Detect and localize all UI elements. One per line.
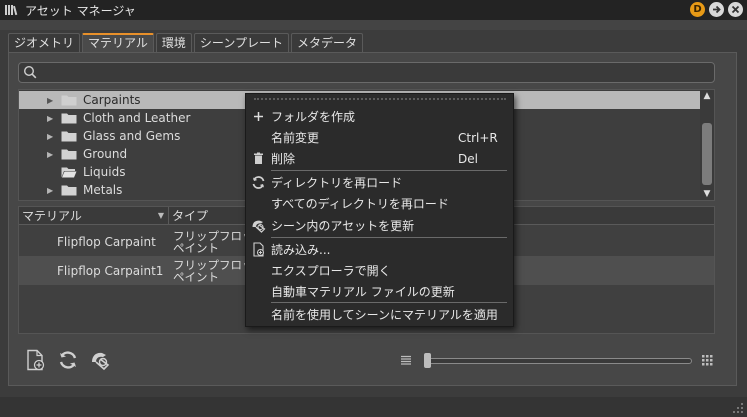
menu-item-reload-all-directories[interactable]: すべてのディレクトリを再ロード: [246, 193, 513, 214]
list-view-icon[interactable]: [400, 355, 412, 366]
tree-item-label: Cloth and Leather: [83, 111, 191, 125]
sort-down-icon[interactable]: ▼: [158, 207, 164, 225]
open-folder-icon: [61, 166, 77, 178]
context-menu: フォルダを作成 名前変更 Ctrl+R 削除 Del ディレクトリを再ロード す…: [245, 93, 514, 327]
tree-item-label: Liquids: [83, 165, 126, 179]
menu-item-reload-directory[interactable]: ディレクトリを再ロード: [246, 172, 513, 193]
folder-icon: [61, 94, 77, 106]
column-header-type[interactable]: タイプ: [169, 207, 208, 224]
import-file-icon[interactable]: [25, 349, 47, 371]
tree-item-label: Ground: [83, 147, 128, 161]
folder-icon: [61, 184, 77, 196]
tree-item-label: Glass and Gems: [83, 129, 181, 143]
menu-item-apply-material-by-name[interactable]: 名前を使用してシーンにマテリアルを適用: [246, 304, 513, 325]
status-bar: [0, 397, 747, 417]
tab-environment[interactable]: 環境: [155, 33, 192, 52]
thumbnail-size-slider[interactable]: [400, 352, 716, 370]
library-icon: [4, 3, 18, 17]
menu-drag-handle[interactable]: [254, 98, 506, 101]
menu-item-label: 名前を使用してシーンにマテリアルを適用: [271, 308, 498, 322]
slider-track[interactable]: [426, 358, 692, 364]
refresh-icon: [251, 175, 266, 190]
tab-scene-plate[interactable]: シーンプレート: [193, 33, 289, 52]
title-bar: アセット マネージャ D: [0, 0, 747, 20]
window-title: アセット マネージャ: [25, 3, 136, 18]
column-header-label: マテリアル: [22, 208, 82, 223]
menu-item-label: フォルダを作成: [271, 110, 356, 124]
menu-separator: [271, 170, 507, 171]
trash-icon: [251, 151, 266, 166]
d-badge-icon[interactable]: D: [690, 2, 705, 17]
material-name-cell: Flipflop Carpaint: [57, 234, 156, 249]
menu-item-label: 名前変更: [271, 131, 320, 145]
menu-item-label: 自動車マテリアル ファイルの更新: [271, 285, 455, 299]
menu-item-shortcut: Del: [458, 151, 478, 166]
expand-arrow-icon[interactable]: ▶: [47, 186, 57, 195]
refresh-icon[interactable]: [57, 349, 79, 371]
tab-geometry[interactable]: ジオメトリ: [8, 33, 81, 52]
folder-icon: [61, 148, 77, 160]
expand-arrow-icon[interactable]: ▶: [47, 132, 57, 141]
menu-item-open-in-explorer[interactable]: エクスプローラで開く: [246, 260, 513, 281]
menu-item-label: 削除: [271, 152, 296, 166]
menu-item-label: ディレクトリを再ロード: [271, 176, 403, 190]
folder-icon: [61, 130, 77, 142]
menu-item-import[interactable]: 読み込み...: [246, 239, 513, 260]
tree-item-label: Metals: [83, 183, 123, 197]
update-scene-icon: [251, 218, 266, 233]
folder-icon: [61, 112, 77, 124]
resize-grip-icon[interactable]: [733, 402, 743, 413]
menu-item-shortcut: Ctrl+R: [458, 130, 498, 145]
scroll-down-icon[interactable]: ▼: [700, 188, 714, 200]
expand-arrow-icon[interactable]: ▶: [47, 96, 57, 105]
tab-bar: ジオメトリ マテリアル 環境 シーンプレート メタデータ: [8, 33, 363, 53]
search-icon: [23, 65, 37, 79]
menu-item-delete[interactable]: 削除 Del: [246, 148, 513, 169]
toolbar-band: [0, 20, 747, 30]
update-scene-icon[interactable]: [89, 349, 111, 371]
menu-item-label: シーン内のアセットを更新: [271, 219, 415, 233]
menu-separator: [271, 237, 507, 238]
grid-view-icon[interactable]: [701, 354, 714, 367]
menu-item-label: 読み込み...: [271, 243, 331, 257]
slider-handle[interactable]: [424, 353, 431, 368]
expand-arrow-icon[interactable]: ▶: [47, 114, 57, 123]
import-icon: [251, 242, 266, 257]
menu-separator: [271, 302, 507, 303]
scroll-up-icon[interactable]: ▲: [700, 90, 714, 102]
menu-item-update-scene-assets[interactable]: シーン内のアセットを更新: [246, 215, 513, 236]
menu-item-label: すべてのディレクトリを再ロード: [271, 197, 449, 211]
close-icon[interactable]: [728, 2, 743, 17]
asset-manager-window: アセット マネージャ D ジオメトリ マテリアル 環境 シーンプレート メタデー…: [0, 0, 747, 417]
expand-arrow-icon[interactable]: ▶: [47, 150, 57, 159]
bottom-toolbar: [25, 349, 111, 371]
plus-icon: [251, 109, 266, 124]
tab-metadata[interactable]: メタデータ: [290, 33, 363, 52]
tree-scrollbar[interactable]: ▲ ▼: [700, 90, 714, 200]
arrow-right-icon[interactable]: [709, 2, 724, 17]
menu-item-create-folder[interactable]: フォルダを作成: [246, 106, 513, 127]
menu-item-label: エクスプローラで開く: [271, 264, 391, 278]
column-header-material[interactable]: マテリアル ▼: [19, 207, 169, 225]
scrollbar-thumb[interactable]: [702, 123, 712, 185]
tree-item-label: Carpaints: [83, 93, 141, 107]
material-name-cell: Flipflop Carpaint1: [57, 263, 164, 278]
menu-item-update-car-material-file[interactable]: 自動車マテリアル ファイルの更新: [246, 281, 513, 302]
menu-item-rename[interactable]: 名前変更 Ctrl+R: [246, 127, 513, 148]
tab-material[interactable]: マテリアル: [82, 33, 154, 52]
search-input[interactable]: [18, 62, 715, 83]
